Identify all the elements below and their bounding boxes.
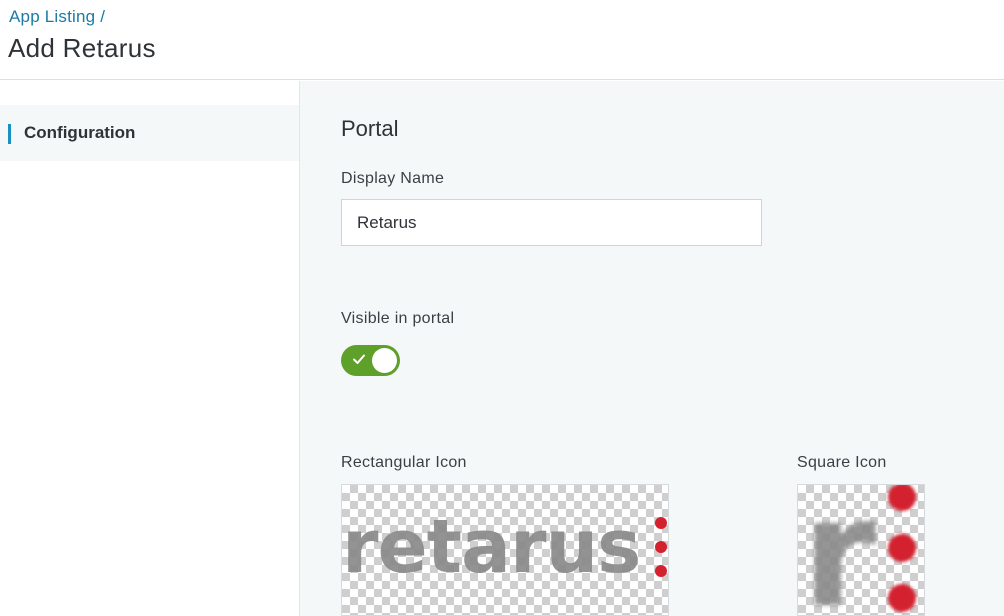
rectangular-icon-label: Rectangular Icon [341, 454, 467, 471]
visible-in-portal-toggle[interactable] [341, 345, 400, 376]
retarus-logo-text: retarus [342, 504, 641, 590]
main-content: Portal Display Name Visible in portal Re… [300, 81, 1004, 616]
visible-in-portal-label: Visible in portal [341, 310, 455, 327]
square-logo-dot-middle [888, 534, 916, 562]
section-title: Portal [341, 116, 399, 141]
retarus-square-logo-letter: r [802, 484, 876, 616]
active-indicator [8, 124, 11, 144]
breadcrumb: App Listing / [9, 7, 105, 27]
rectangular-icon-preview[interactable]: retarus [341, 484, 669, 616]
logo-dot-middle [655, 541, 667, 553]
page-title: Add Retarus [8, 33, 156, 63]
breadcrumb-app-listing-link[interactable]: App Listing / [9, 7, 105, 26]
sidebar-item-configuration[interactable]: Configuration [0, 105, 299, 161]
page-header: App Listing / Add Retarus [0, 0, 1004, 80]
square-icon-preview[interactable]: r [797, 484, 925, 616]
square-icon-label: Square Icon [797, 454, 887, 471]
toggle-knob [372, 348, 397, 373]
display-name-input[interactable] [341, 199, 762, 246]
square-logo-dot-bottom [888, 584, 916, 612]
logo-dot-top [655, 517, 667, 529]
check-icon [353, 354, 365, 364]
square-logo-dot-top [888, 485, 916, 511]
sidebar-item-label: Configuration [24, 123, 136, 142]
logo-dot-bottom [655, 565, 667, 577]
display-name-label: Display Name [341, 170, 445, 187]
sidebar: Configuration [0, 81, 300, 616]
